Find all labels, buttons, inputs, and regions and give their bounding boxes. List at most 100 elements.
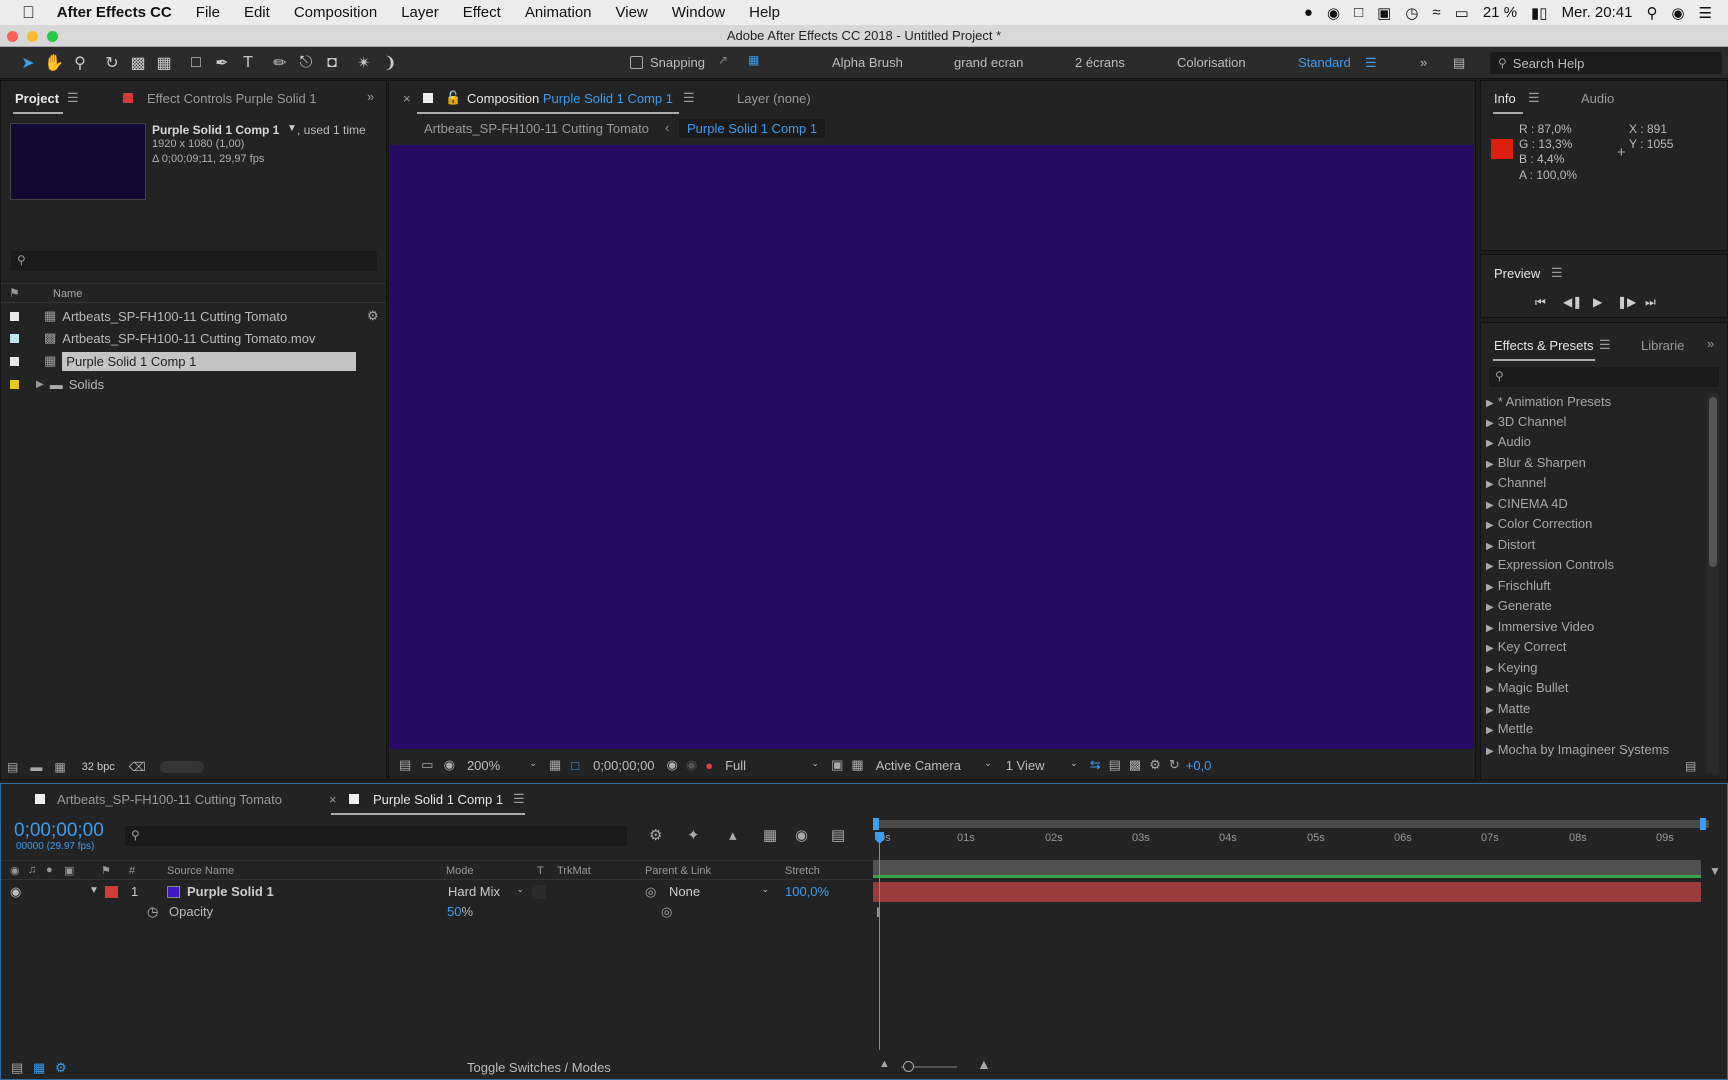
hand-tool-icon[interactable]: ✋	[42, 51, 66, 75]
source-name-header[interactable]: Source Name	[167, 865, 234, 877]
selection-tool-icon[interactable]: ➤	[16, 51, 40, 75]
effect-category[interactable]: ▶ Distort	[1486, 537, 1535, 552]
tab-audio[interactable]: Audio	[1581, 91, 1614, 106]
new-composition-icon[interactable]: ▦	[54, 760, 65, 774]
effects-menu-icon[interactable]: ☰	[1599, 337, 1611, 353]
notification-center-icon[interactable]: ☰	[1699, 4, 1712, 22]
effect-category[interactable]: ▶ 3D Channel	[1486, 414, 1566, 429]
scrollbar-thumb[interactable]	[1709, 397, 1717, 567]
toggle-switches-modes-button[interactable]: Toggle Switches / Modes	[467, 1060, 611, 1075]
layer-label-color[interactable]	[105, 886, 118, 898]
exposure-value[interactable]: +0,0	[1186, 758, 1212, 773]
tab-layer[interactable]: Layer (none)	[737, 91, 811, 106]
pan-behind-tool-icon[interactable]: ▦	[152, 51, 176, 75]
label-color-chip[interactable]	[10, 333, 19, 343]
close-tab-icon[interactable]: ×	[329, 792, 337, 807]
crop-icon[interactable]: ▣	[1377, 4, 1391, 22]
zoom-tool-icon[interactable]: ⚲	[68, 51, 92, 75]
workspace-standard[interactable]: Standard	[1298, 55, 1351, 70]
panel-overflow-icon[interactable]: »	[367, 89, 374, 104]
menu-animation[interactable]: Animation	[513, 4, 604, 21]
always-preview-icon[interactable]: ▤	[399, 757, 411, 773]
project-zoom-slider[interactable]	[159, 761, 204, 773]
sync-icon[interactable]: ◉	[1327, 4, 1340, 22]
battery-icon[interactable]: ▮▯	[1531, 4, 1548, 22]
transfer-controls-icon[interactable]: ▦	[33, 1060, 45, 1076]
magnification-dropdown[interactable]: 200% ⌄	[467, 758, 537, 773]
timeline-current-time[interactable]: 0;00;00;00	[14, 820, 104, 842]
menu-layer[interactable]: Layer	[389, 4, 451, 21]
puppet-pin-tool-icon[interactable]: ❩	[378, 51, 402, 75]
pen-tool-icon[interactable]: ✒	[210, 51, 234, 75]
menu-effect[interactable]: Effect	[451, 4, 513, 21]
snapshot-camera-icon[interactable]: ◉	[667, 757, 678, 773]
effect-category[interactable]: ▶ Mocha by Imagineer Systems	[1486, 742, 1669, 757]
breadcrumb-parent[interactable]: Artbeats_SP-FH100-11 Cutting Tomato	[424, 121, 649, 136]
flowchart-icon[interactable]: ⚙	[1149, 757, 1161, 773]
next-frame-icon[interactable]: ❚▶	[1617, 295, 1636, 309]
audio-switch-icon[interactable]: ♫	[28, 864, 36, 876]
reset-exposure-icon[interactable]: ↻	[1169, 757, 1180, 773]
workspace-colorisation[interactable]: Colorisation	[1177, 55, 1246, 70]
opacity-property-row[interactable]: ◷ Opacity 50% ◎	[1, 902, 871, 922]
pick-whip-icon[interactable]: ◎	[645, 884, 656, 900]
blend-mode-dropdown[interactable]: Hard Mix ⌄	[448, 884, 524, 899]
effect-category[interactable]: ▶ * Animation Presets	[1486, 394, 1611, 409]
time-ruler[interactable]: 0s 01s 02s 03s 04s 05s 06s 07s 08s 09s	[873, 830, 1709, 858]
parent-dropdown[interactable]: None ⌄	[669, 884, 769, 899]
label-color-chip[interactable]	[10, 379, 19, 389]
region-of-interest-icon[interactable]: □	[571, 758, 579, 773]
spotlight-icon[interactable]: ⚲	[1646, 4, 1657, 22]
composition-viewer[interactable]	[390, 145, 1474, 749]
layer-name[interactable]: Purple Solid 1	[187, 884, 274, 899]
effect-category[interactable]: ▶ Matte	[1486, 701, 1530, 716]
snap-option-icon[interactable]: ↗	[718, 53, 728, 67]
composition-menu-icon[interactable]: ☰	[683, 90, 695, 106]
info-menu-icon[interactable]: ☰	[1528, 90, 1540, 106]
layer-row[interactable]: ◉ ▼ 1 Purple Solid 1 Hard Mix ⌄ ◎ None ⌄ 1…	[1, 882, 871, 902]
transparency-grid-icon[interactable]: ▦	[851, 757, 863, 773]
more-workspaces-icon[interactable]: »	[1420, 55, 1427, 70]
list-item[interactable]: ▦ Artbeats_SP-FH100-11 Cutting Tomato ⚙	[1, 305, 379, 327]
minimize-window-button[interactable]	[27, 31, 38, 42]
preview-menu-icon[interactable]: ☰	[1551, 265, 1563, 281]
effect-category[interactable]: ▶ CINEMA 4D	[1486, 496, 1568, 511]
tab-composition[interactable]: Composition Purple Solid 1 Comp 1	[467, 91, 673, 106]
snapping-checkbox[interactable]	[630, 56, 643, 69]
effect-category[interactable]: ▶ Immersive Video	[1486, 619, 1594, 634]
effect-category[interactable]: ▶ Magic Bullet	[1486, 680, 1569, 695]
list-item[interactable]: ▶ ▬ Solids	[1, 373, 365, 395]
menu-window[interactable]: Window	[660, 4, 737, 21]
timeline-zoom-thumb[interactable]	[903, 1061, 914, 1072]
type-tool-icon[interactable]: T	[236, 51, 260, 75]
clock[interactable]: Mer. 20:41	[1562, 4, 1633, 21]
workspace-grand-ecran[interactable]: grand ecran	[954, 55, 1023, 70]
search-help-input[interactable]: ⚲ Search Help	[1490, 52, 1722, 74]
expand-triangle-icon[interactable]: ▼	[89, 885, 99, 896]
eye-icon[interactable]: ◉	[10, 884, 21, 900]
lock-icon[interactable]: 🔓	[445, 90, 461, 106]
stretch-value[interactable]: 100,0%	[785, 884, 829, 899]
breadcrumb-current[interactable]: Purple Solid 1 Comp 1	[679, 119, 826, 138]
name-column-header[interactable]: Name	[53, 288, 82, 300]
close-tab-icon[interactable]: ×	[403, 91, 411, 106]
panel-overflow-icon[interactable]: »	[1707, 336, 1714, 351]
workspace-2-ecrans[interactable]: 2 écrans	[1075, 55, 1125, 70]
timeline-search-input[interactable]: ⚲	[125, 826, 627, 846]
fast-preview-icon[interactable]: ▣	[831, 757, 843, 773]
menu-help[interactable]: Help	[737, 4, 792, 21]
solo-switch-icon[interactable]: ●	[46, 864, 53, 876]
effect-category[interactable]: ▶ Mettle	[1486, 721, 1533, 736]
layer-duration-bar[interactable]	[873, 882, 1701, 902]
clone-stamp-tool-icon[interactable]: ⎋	[294, 51, 318, 75]
airplay-icon[interactable]: ▭	[1455, 4, 1469, 22]
preserve-transparency-checkbox[interactable]	[532, 885, 546, 899]
fast-draft-icon[interactable]: ▤	[1109, 757, 1121, 773]
tab-effects-presets[interactable]: Effects & Presets	[1494, 338, 1593, 353]
effects-search-input[interactable]: ⚲	[1489, 367, 1719, 387]
interpret-footage-icon[interactable]: ▤	[7, 760, 18, 774]
label-column-icon[interactable]: ⚑	[101, 864, 111, 877]
label-column-icon[interactable]: ⚑	[9, 286, 20, 300]
effect-category[interactable]: ▶ Generate	[1486, 598, 1552, 613]
workspace-alpha-brush[interactable]: Alpha Brush	[832, 55, 903, 70]
